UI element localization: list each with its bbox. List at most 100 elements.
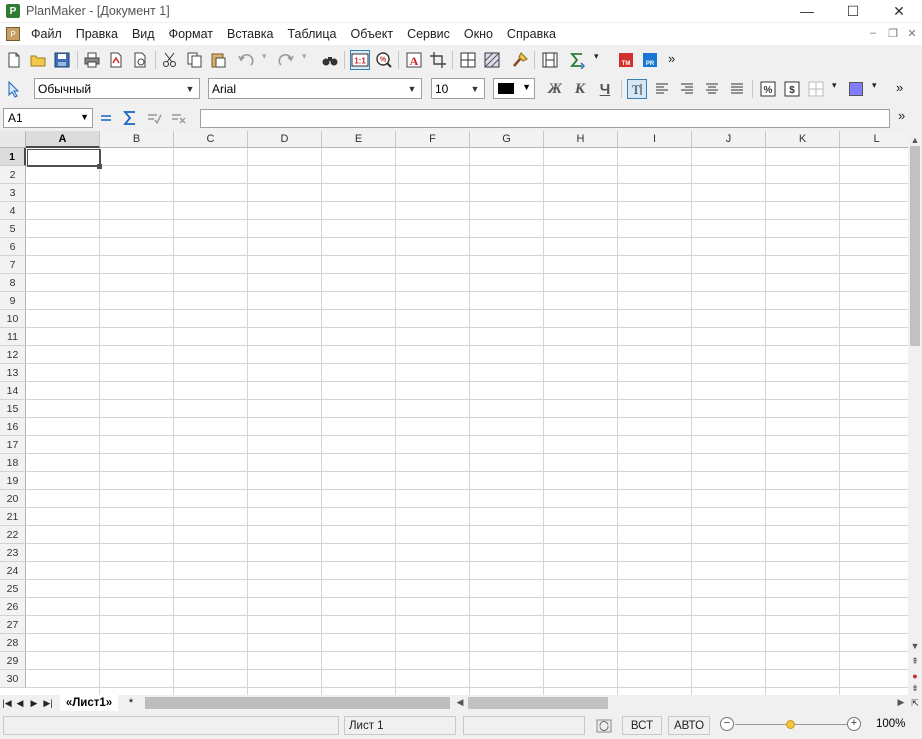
new-document-icon[interactable]: [4, 50, 24, 70]
horizontal-scrollbar[interactable]: ◀ ▶: [452, 695, 908, 711]
doc-minimize-button[interactable]: –: [864, 27, 882, 39]
doc-restore-button[interactable]: ❐: [884, 27, 902, 40]
print-icon[interactable]: [82, 50, 102, 70]
autosum-dropdown-icon[interactable]: ▾: [594, 51, 599, 62]
print-preview-icon[interactable]: [130, 50, 150, 70]
row-header[interactable]: 21: [0, 508, 26, 526]
actual-size-icon[interactable]: 1:1: [350, 50, 370, 70]
first-sheet-icon[interactable]: |◀: [1, 696, 13, 710]
borders-icon[interactable]: [458, 50, 478, 70]
minimize-button[interactable]: —: [784, 0, 830, 22]
menu-object[interactable]: Объект: [343, 27, 400, 41]
menu-view[interactable]: Вид: [125, 27, 162, 41]
row-header[interactable]: 12: [0, 346, 26, 364]
italic-button[interactable]: К: [570, 79, 590, 99]
font-size-select[interactable]: 10 ▼: [431, 78, 485, 99]
redo-dropdown-icon[interactable]: ▾: [302, 51, 307, 62]
textmaker-icon[interactable]: TM: [616, 50, 636, 70]
row-header[interactable]: 13: [0, 364, 26, 382]
horizontal-scroll-thumb[interactable]: [468, 697, 608, 709]
vertical-scrollbar[interactable]: ▲ ▼ ⇞ ● ⇟: [908, 131, 922, 695]
accept-entry-icon[interactable]: [144, 108, 164, 128]
column-width-icon[interactable]: [540, 50, 560, 70]
scroll-down-icon[interactable]: ▼: [908, 639, 922, 652]
row-header[interactable]: 2: [0, 166, 26, 184]
paragraph-style-select[interactable]: Обычный ▼: [34, 78, 200, 99]
text-frame-icon[interactable]: A: [404, 50, 424, 70]
tab-split-bar[interactable]: [145, 697, 450, 709]
column-header[interactable]: H: [544, 131, 618, 148]
row-header[interactable]: 3: [0, 184, 26, 202]
row-header[interactable]: 8: [0, 274, 26, 292]
row-header[interactable]: 16: [0, 418, 26, 436]
new-sheet-tab[interactable]: *: [120, 695, 142, 711]
fill-color-dropdown-icon[interactable]: ▾: [872, 80, 877, 91]
format-painter-icon[interactable]: [510, 50, 530, 70]
crop-frame-icon[interactable]: [428, 50, 448, 70]
align-center-icon[interactable]: [702, 79, 722, 99]
column-header[interactable]: F: [396, 131, 470, 148]
row-header[interactable]: 4: [0, 202, 26, 220]
shading-icon[interactable]: [482, 50, 502, 70]
split-window-icon[interactable]: ⇱: [908, 696, 922, 710]
row-header[interactable]: 20: [0, 490, 26, 508]
last-sheet-icon[interactable]: ▶|: [42, 696, 54, 710]
column-header[interactable]: B: [100, 131, 174, 148]
row-header[interactable]: 6: [0, 238, 26, 256]
text-wrap-icon[interactable]: T: [627, 79, 647, 99]
vertical-scroll-thumb[interactable]: [910, 146, 920, 346]
column-header[interactable]: A: [26, 131, 100, 148]
maximize-button[interactable]: ☐: [830, 0, 876, 22]
column-header[interactable]: J: [692, 131, 766, 148]
spreadsheet-grid[interactable]: A B C D E F G H I J K L 1 2 3 4 5 6 7 8 9 10 11 12 13 14 15 16 17 18 1…: [0, 131, 908, 695]
menu-format[interactable]: Формат: [162, 27, 220, 41]
column-header[interactable]: L: [840, 131, 908, 148]
paste-icon[interactable]: [208, 50, 228, 70]
zoom-in-icon[interactable]: +: [847, 717, 861, 731]
menu-table[interactable]: Таблица: [280, 27, 343, 41]
row-header[interactable]: 24: [0, 562, 26, 580]
row-header[interactable]: 27: [0, 616, 26, 634]
menu-help[interactable]: Справка: [500, 27, 563, 41]
fill-handle[interactable]: [97, 164, 102, 169]
row-header[interactable]: 28: [0, 634, 26, 652]
menu-window[interactable]: Окно: [457, 27, 500, 41]
zoom-slider-knob[interactable]: [786, 720, 795, 729]
column-header[interactable]: I: [618, 131, 692, 148]
scroll-left-icon[interactable]: ◀: [453, 696, 467, 709]
formula-input[interactable]: [200, 109, 890, 128]
row-header[interactable]: 11: [0, 328, 26, 346]
menu-file[interactable]: Файл: [24, 27, 69, 41]
row-header[interactable]: 7: [0, 256, 26, 274]
underline-button[interactable]: Ч: [595, 79, 615, 99]
column-header[interactable]: G: [470, 131, 544, 148]
row-header[interactable]: 5: [0, 220, 26, 238]
align-right-icon[interactable]: [677, 79, 697, 99]
active-cell-a1[interactable]: [27, 149, 101, 167]
column-header[interactable]: K: [766, 131, 840, 148]
zoom-out-icon[interactable]: −: [720, 717, 734, 731]
zoom-percent-icon[interactable]: %: [374, 50, 394, 70]
cancel-entry-icon[interactable]: [168, 108, 188, 128]
undo-dropdown-icon[interactable]: ▾: [262, 51, 267, 62]
presentations-icon[interactable]: PR: [640, 50, 660, 70]
row-header[interactable]: 25: [0, 580, 26, 598]
column-header[interactable]: E: [322, 131, 396, 148]
scroll-up-icon[interactable]: ▲: [908, 133, 922, 146]
menu-insert[interactable]: Вставка: [220, 27, 280, 41]
align-justify-icon[interactable]: [727, 79, 747, 99]
font-name-select[interactable]: Arial ▼: [208, 78, 422, 99]
column-header[interactable]: C: [174, 131, 248, 148]
row-header[interactable]: 10: [0, 310, 26, 328]
sheet-tab-1[interactable]: «Лист1»: [60, 695, 118, 711]
text-color-select[interactable]: ▼: [493, 78, 535, 99]
equals-icon[interactable]: [96, 108, 116, 128]
row-header[interactable]: 9: [0, 292, 26, 310]
row-header[interactable]: 30: [0, 670, 26, 688]
row-header[interactable]: 23: [0, 544, 26, 562]
row-header[interactable]: 26: [0, 598, 26, 616]
row-header[interactable]: 15: [0, 400, 26, 418]
zoom-percentage[interactable]: 100%: [876, 718, 905, 730]
bold-button[interactable]: Ж: [545, 79, 565, 99]
more-tools-chevron-icon[interactable]: »: [668, 51, 675, 66]
